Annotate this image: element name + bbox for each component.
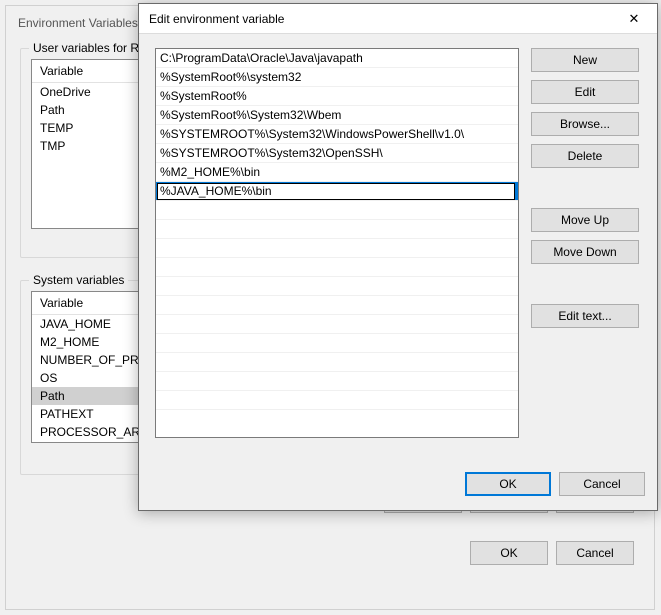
bg-footer-buttons: OK Cancel [6, 535, 654, 571]
list-item[interactable] [156, 391, 518, 410]
edit-text-button[interactable]: Edit text... [531, 304, 639, 328]
edit-button[interactable]: Edit [531, 80, 639, 104]
list-item[interactable]: C:\ProgramData\Oracle\Java\javapath [156, 49, 518, 68]
list-item[interactable] [156, 410, 518, 429]
close-icon: ✕ [629, 12, 640, 25]
list-item[interactable] [156, 220, 518, 239]
list-item[interactable] [156, 334, 518, 353]
side-buttons: New Edit Browse... Delete Move Up Move D… [531, 48, 639, 452]
move-up-button[interactable]: Move Up [531, 208, 639, 232]
path-edit-input[interactable] [157, 183, 515, 200]
spacer [531, 272, 639, 296]
delete-button[interactable]: Delete [531, 144, 639, 168]
dialog-title: Edit environment variable [149, 12, 284, 26]
titlebar[interactable]: Edit environment variable ✕ [139, 4, 657, 34]
list-item[interactable] [156, 239, 518, 258]
close-button[interactable]: ✕ [611, 4, 657, 34]
user-vars-group-title: User variables for RA [29, 41, 151, 55]
list-item[interactable]: %M2_HOME%\bin [156, 163, 518, 182]
dialog-body: C:\ProgramData\Oracle\Java\javapath %Sys… [139, 34, 657, 462]
list-item[interactable] [156, 201, 518, 220]
dialog-footer: OK Cancel [139, 462, 657, 510]
bg-ok-button[interactable]: OK [470, 541, 548, 565]
list-item[interactable] [156, 258, 518, 277]
list-item[interactable] [156, 277, 518, 296]
list-item[interactable]: %SYSTEMROOT%\System32\OpenSSH\ [156, 144, 518, 163]
list-item[interactable]: %SystemRoot% [156, 87, 518, 106]
list-item-editing[interactable] [156, 182, 518, 201]
bg-cancel-button[interactable]: Cancel [556, 541, 634, 565]
list-item[interactable] [156, 296, 518, 315]
edit-env-var-dialog: Edit environment variable ✕ C:\ProgramDa… [138, 3, 658, 511]
browse-button[interactable]: Browse... [531, 112, 639, 136]
spacer [531, 176, 639, 200]
cancel-button[interactable]: Cancel [559, 472, 645, 496]
list-item[interactable]: %SystemRoot%\system32 [156, 68, 518, 87]
list-item[interactable] [156, 315, 518, 334]
list-item[interactable] [156, 353, 518, 372]
new-button[interactable]: New [531, 48, 639, 72]
move-down-button[interactable]: Move Down [531, 240, 639, 264]
list-item[interactable]: %SYSTEMROOT%\System32\WindowsPowerShell\… [156, 125, 518, 144]
ok-button[interactable]: OK [465, 472, 551, 496]
system-vars-group-title: System variables [29, 273, 128, 287]
path-list[interactable]: C:\ProgramData\Oracle\Java\javapath %Sys… [155, 48, 519, 438]
list-item[interactable]: %SystemRoot%\System32\Wbem [156, 106, 518, 125]
list-item[interactable] [156, 372, 518, 391]
